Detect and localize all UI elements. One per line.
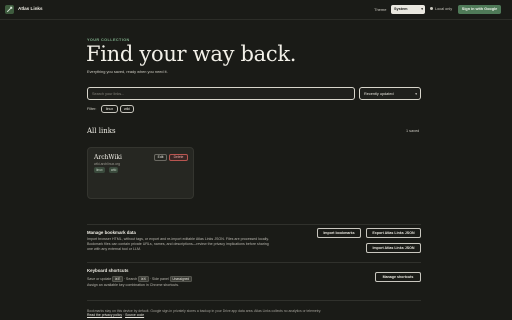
divider [87, 262, 421, 263]
sort-select[interactable]: Recently updated ▾ [359, 87, 421, 100]
tag-wiki: wiki [109, 167, 119, 173]
import-bookmarks-button[interactable]: Import bookmarks [317, 228, 361, 238]
manage-data-description: Import browser HTML, without tags, or ex… [87, 237, 269, 251]
filter-label: Filter: [87, 107, 97, 111]
export-json-button[interactable]: Export Atlas Links JSON [366, 228, 421, 238]
app-title: Atlas Links [18, 6, 43, 11]
local-status: Local only [430, 7, 452, 11]
shortcut-search-label: Search [125, 277, 138, 281]
divider [87, 224, 421, 225]
page-title: Find your way back. [86, 42, 297, 66]
saved-count: 1 saved [406, 129, 420, 133]
import-json-button[interactable]: Import Atlas Links JSON [366, 243, 421, 253]
shortcut-side-panel-label: Side panel [151, 277, 169, 281]
filter-chip-linux[interactable]: linux [101, 105, 118, 113]
theme-label: Theme [374, 7, 387, 12]
manage-data-heading: Manage bookmark data [87, 230, 136, 235]
shortcut-assign-hint: Assign an available key combination in C… [87, 283, 180, 287]
tag-linux: linux [94, 167, 105, 173]
manage-shortcuts-button[interactable]: Manage shortcuts [375, 272, 421, 282]
link-title: ArchWiki [94, 154, 122, 161]
chevron-down-icon: ▾ [415, 91, 417, 96]
status-dot-icon [430, 7, 433, 10]
footer-text: Bookmarks stay on this device by default… [87, 309, 322, 313]
delete-button[interactable]: Delete [169, 154, 188, 161]
top-bar: Atlas Links Theme System ▾ Local only Si… [0, 0, 512, 20]
shortcut-search-key: ⌘K [138, 276, 149, 282]
link-card[interactable]: ArchWiki wiki.archlinux.org linux wiki E… [87, 147, 194, 199]
edit-button[interactable]: Edit [154, 154, 167, 161]
footer-note: Bookmarks stay on this device by default… [87, 309, 322, 318]
theme-value: System [394, 7, 408, 12]
link-url: wiki.archlinux.org [94, 162, 121, 166]
theme-select[interactable]: System ▾ [391, 5, 425, 14]
filter-chip-wiki[interactable]: wiki [120, 105, 134, 113]
local-status-label: Local only [435, 7, 453, 11]
shortcut-list: Save or update ⌘E · Search ⌘K · Side pan… [87, 276, 192, 282]
sign-in-google-button[interactable]: Sign in with Google [458, 5, 501, 14]
shortcut-save-key: ⌘E [112, 276, 123, 282]
link-icon [5, 5, 14, 14]
divider [87, 300, 421, 301]
page-subtitle: Everything you saved, ready when you nee… [87, 69, 168, 74]
chevron-down-icon: ▾ [421, 7, 423, 11]
privacy-policy-link[interactable]: Read the privacy policy [87, 313, 122, 317]
shortcut-side-panel-key: Unassigned [169, 276, 192, 282]
keyboard-shortcuts-heading: Keyboard shortcuts [87, 268, 129, 273]
shortcut-save-label: Save or update [87, 277, 112, 281]
all-links-heading: All links [87, 127, 116, 135]
sort-value: Recently updated [364, 92, 394, 96]
search-input[interactable]: Search your links... [87, 87, 355, 100]
source-code-link[interactable]: Source code [125, 313, 144, 317]
search-placeholder: Search your links... [92, 92, 125, 96]
